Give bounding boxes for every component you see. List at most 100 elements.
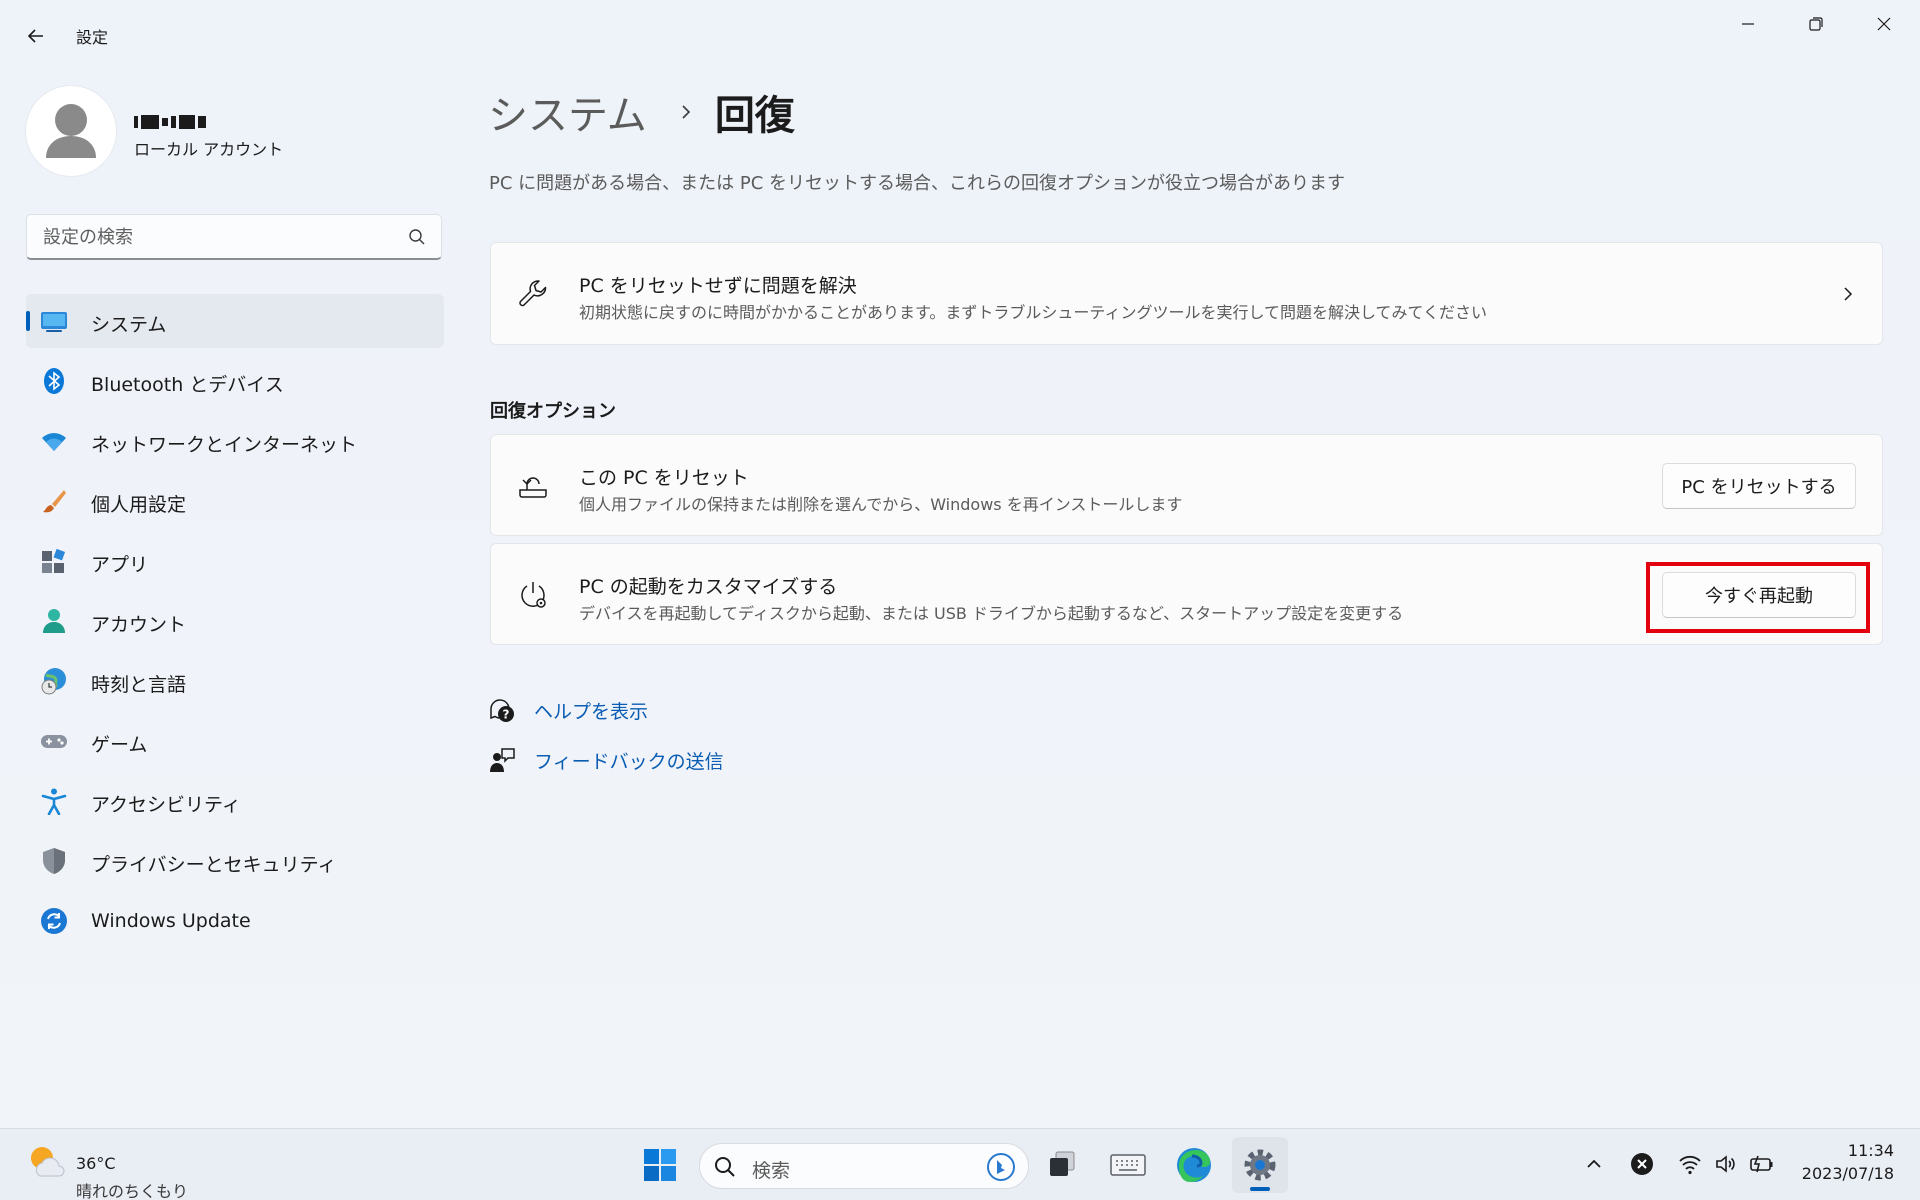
taskbar-search-placeholder: 検索 [752, 1160, 791, 1182]
wifi-icon [42, 433, 66, 451]
search-icon [409, 229, 425, 245]
wifi-icon [1679, 1155, 1701, 1175]
edge-browser-icon [1177, 1148, 1211, 1182]
taskbar: 36°C 晴れのちくもり 検索 11:34 2023/07/18 [0, 1128, 1920, 1200]
card-description: 初期状態に戻すのに時間がかかることがあります。まずトラブルシューティングツールを… [579, 303, 1488, 322]
sidebar-item-time-language[interactable]: 時刻と言語 [26, 654, 444, 708]
power-settings-icon [521, 582, 546, 608]
tray-app-button[interactable] [1629, 1151, 1655, 1177]
avatar[interactable] [26, 86, 116, 176]
weather-widget[interactable]: 36°C 晴れのちくもり [26, 1142, 188, 1200]
settings-window: 設定 ローカル アカウント システム Bluetooth とデバイス [0, 0, 1920, 1128]
apps-icon [42, 548, 66, 573]
touch-keyboard-button[interactable] [1100, 1137, 1156, 1193]
restore-icon [1809, 17, 1823, 31]
feedback-icon [490, 748, 515, 772]
user-avatar-icon [46, 104, 96, 158]
sidebar-item-label: 個人用設定 [91, 494, 187, 516]
sidebar-item-bluetooth[interactable]: Bluetooth とデバイス [26, 354, 444, 408]
settings-search[interactable] [26, 214, 442, 260]
minimize-button[interactable] [1714, 6, 1782, 42]
search-input[interactable] [43, 215, 383, 259]
keyboard-icon [1110, 1154, 1146, 1176]
back-button[interactable] [18, 20, 54, 52]
task-view-button[interactable] [1034, 1137, 1090, 1193]
speaker-icon [1716, 1155, 1735, 1173]
gamepad-icon [41, 735, 67, 748]
svg-text:?: ? [503, 708, 510, 722]
card-title: PC の起動をカスタマイズする [579, 576, 838, 598]
chevron-right-icon [682, 105, 690, 119]
reset-pc-button[interactable]: PC をリセットする [1662, 463, 1856, 509]
chevron-right-icon [1844, 287, 1853, 301]
sidebar-item-windows-update[interactable]: Windows Update [26, 894, 444, 948]
bing-chat-icon[interactable] [986, 1152, 1016, 1182]
feedback-link-text[interactable]: フィードバックの送信 [534, 747, 724, 774]
system-display-icon [41, 312, 67, 332]
close-button[interactable] [1850, 6, 1918, 42]
help-link[interactable]: ? ヘルプを表示 [488, 696, 648, 724]
profile-name-redacted [134, 111, 224, 129]
taskbar-clock[interactable]: 11:34 2023/07/18 [1802, 1141, 1894, 1183]
sidebar-item-label: アプリ [91, 554, 149, 576]
paintbrush-icon [43, 490, 66, 513]
troubleshoot-card[interactable]: PC をリセットせずに問題を解決 初期状態に戻すのに時間がかかることがあります。… [490, 242, 1883, 345]
sidebar-nav: システム Bluetooth とデバイス ネットワークとインターネット 個人用設… [26, 294, 444, 954]
sidebar-item-apps[interactable]: アプリ [26, 534, 444, 588]
sidebar-item-accounts[interactable]: アカウント [26, 594, 444, 648]
sidebar-item-accessibility[interactable]: アクセシビリティ [26, 774, 444, 828]
start-button[interactable] [632, 1137, 688, 1193]
sidebar-item-privacy[interactable]: プライバシーとセキュリティ [26, 834, 444, 888]
card-title: この PC をリセット [579, 467, 749, 489]
app-title: 設定 [76, 28, 109, 47]
battery-button[interactable] [1749, 1151, 1775, 1177]
search-icon [715, 1157, 735, 1177]
battery-charging-icon [1750, 1155, 1773, 1173]
sidebar-item-network[interactable]: ネットワークとインターネット [26, 414, 444, 468]
wrench-icon [519, 280, 547, 307]
settings-app-button[interactable] [1232, 1137, 1288, 1193]
sidebar-item-label: 時刻と言語 [91, 674, 187, 696]
sidebar-item-system[interactable]: システム [26, 294, 444, 348]
section-title: 回復オプション [490, 401, 616, 422]
sidebar-item-label: システム [91, 314, 167, 336]
card-title: PC をリセットせずに問題を解決 [579, 275, 857, 297]
shield-icon [43, 848, 65, 874]
restore-button[interactable] [1782, 6, 1850, 42]
sun-cloud-icon [31, 1147, 65, 1177]
bluetooth-icon [44, 368, 64, 394]
sidebar-item-label: ゲーム [91, 734, 148, 756]
x-circle-icon [1631, 1153, 1653, 1175]
volume-button[interactable] [1713, 1151, 1739, 1177]
card-description: 個人用ファイルの保持または削除を選んでから、Windows を再インストールしま… [579, 495, 1183, 514]
highlight-annotation [1646, 562, 1870, 633]
reset-pc-card: この PC をリセット 個人用ファイルの保持または削除を選んでから、Window… [490, 434, 1883, 536]
close-icon [1877, 17, 1891, 31]
task-view-icon [1050, 1151, 1075, 1176]
taskbar-search[interactable]: 検索 [699, 1143, 1029, 1189]
person-icon [43, 609, 65, 633]
sidebar-item-label: Bluetooth とデバイス [91, 374, 284, 396]
help-chat-icon: ? [490, 699, 514, 722]
breadcrumb-parent[interactable]: システム [488, 83, 647, 141]
help-link-text[interactable]: ヘルプを表示 [534, 697, 648, 724]
show-hidden-icons-button[interactable] [1581, 1151, 1607, 1177]
card-description: デバイスを再起動してディスクから起動、または USB ドライブから起動するなど、… [579, 604, 1404, 623]
sidebar-item-label: ネットワークとインターネット [91, 434, 358, 456]
sidebar-item-label: アクセシビリティ [91, 794, 241, 816]
globe-clock-icon [41, 668, 66, 695]
feedback-link[interactable]: フィードバックの送信 [488, 746, 724, 774]
sidebar-item-label: アカウント [91, 614, 187, 636]
sidebar-item-label: Windows Update [91, 910, 251, 932]
page-title: 回復 [714, 93, 795, 139]
network-status-button[interactable] [1677, 1151, 1703, 1177]
breadcrumb: システム 回復 [488, 84, 795, 140]
accessibility-icon [41, 788, 67, 815]
edge-button[interactable] [1166, 1137, 1222, 1193]
sync-icon [41, 908, 67, 934]
sidebar-item-label: プライバシーとセキュリティ [91, 854, 337, 876]
sidebar-item-personalization[interactable]: 個人用設定 [26, 474, 444, 528]
chevron-up-icon [1587, 1159, 1601, 1168]
sidebar-item-gaming[interactable]: ゲーム [26, 714, 444, 768]
weather-temperature: 36°C [76, 1154, 116, 1173]
